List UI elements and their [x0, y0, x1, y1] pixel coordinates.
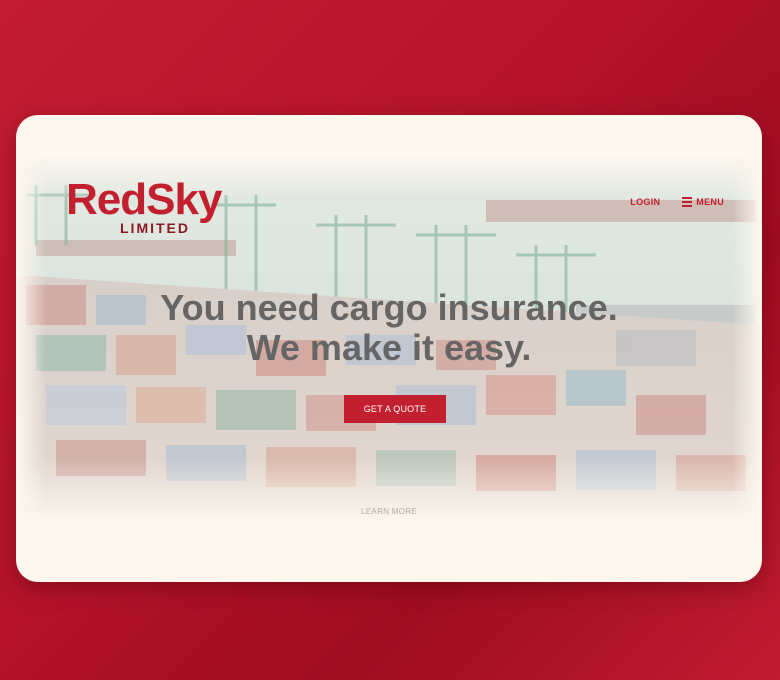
top-nav: LOGIN MENU: [630, 195, 724, 209]
website-card: RedSky LIMITED LOGIN MENU You need cargo…: [16, 115, 762, 582]
redsky-logo[interactable]: RedSky LIMITED: [66, 175, 222, 237]
login-link[interactable]: LOGIN: [630, 197, 660, 207]
logo-subtitle: LIMITED: [120, 220, 190, 236]
menu-label: MENU: [696, 197, 724, 207]
learn-more-link[interactable]: LEARN MORE: [16, 507, 762, 516]
menu-button[interactable]: MENU: [682, 195, 724, 209]
hero-headline-line1: You need cargo insurance.: [160, 287, 618, 328]
hamburger-icon: [682, 195, 693, 209]
logo-wordmark: RedSky: [66, 175, 222, 224]
hero-headline-line2: We make it easy.: [246, 327, 532, 368]
get-quote-button[interactable]: GET A QUOTE: [344, 395, 446, 423]
